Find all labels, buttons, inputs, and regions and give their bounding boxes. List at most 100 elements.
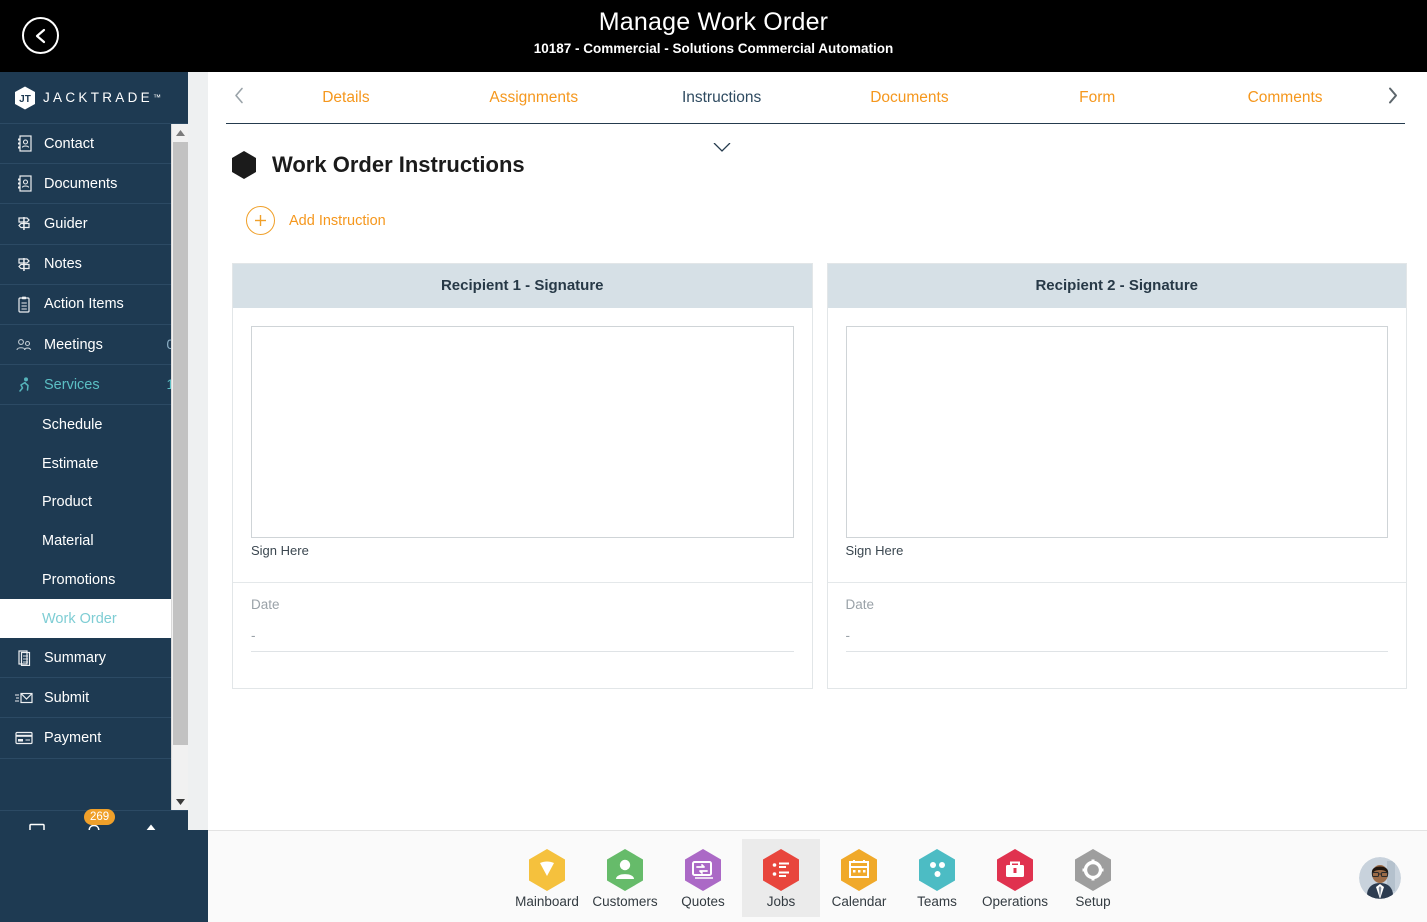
app-window: Manage Work Order 10187 - Commercial - S…	[0, 0, 1427, 922]
bottom-nav-quotes[interactable]: Quotes	[664, 839, 742, 917]
sidebar-item-payment[interactable]: Payment	[0, 718, 188, 759]
bottom-nav-label: Calendar	[831, 894, 887, 909]
bottom-nav-calendar[interactable]: Calendar	[820, 839, 898, 917]
card-header: Recipient 2 - Signature	[827, 264, 1406, 308]
setup-hex-icon	[1072, 847, 1114, 893]
page-subtitle: 10187 - Commercial - Solutions Commercia…	[533, 41, 894, 56]
bottom-nav-bar: Mainboard Customers Quotes Jobs Calendar…	[208, 830, 1427, 922]
operations-hex-icon	[994, 847, 1036, 893]
scrollbar-thumb[interactable]	[173, 142, 188, 745]
bottom-nav-label: Mainboard	[515, 894, 579, 909]
sidebar-scrollbar[interactable]	[171, 124, 188, 810]
add-instruction-label: Add Instruction	[289, 212, 386, 229]
tab-documents[interactable]: Documents	[815, 72, 1003, 124]
summary-book-icon	[14, 649, 34, 667]
chevron-right-icon	[1387, 87, 1398, 109]
signature-canvas[interactable]	[845, 326, 1388, 538]
tab-label: Assignments	[489, 88, 579, 106]
sidebar-subitem-label: Promotions	[42, 571, 116, 588]
sidebar-subitem-promotions[interactable]: Promotions	[0, 561, 188, 600]
card-header: Recipient 1 - Signature	[233, 264, 812, 308]
brand-logo[interactable]: JT JACKTRADE ™	[0, 72, 188, 124]
date-value[interactable]: -	[251, 628, 794, 652]
card-body: Sign Here	[828, 308, 1407, 558]
top-header-bar: Manage Work Order 10187 - Commercial - S…	[0, 0, 1427, 72]
main-content: Details Assignments Instructions Documen…	[188, 72, 1427, 922]
services-runner-icon	[14, 376, 34, 394]
tabs-next-button[interactable]	[1379, 72, 1405, 124]
chevron-left-icon	[234, 87, 245, 109]
bottom-nav-jobs[interactable]: Jobs	[742, 839, 820, 917]
bottom-nav-items: Mainboard Customers Quotes Jobs Calendar…	[508, 831, 1132, 922]
sign-here-label: Sign Here	[251, 543, 309, 558]
sidebar-bottom-fill	[0, 830, 208, 922]
tab-comments[interactable]: Comments	[1191, 72, 1379, 124]
sidebar-item-label: Services	[44, 376, 100, 393]
scroll-up-arrow-icon[interactable]	[172, 124, 188, 141]
tab-label: Comments	[1247, 88, 1323, 106]
sidebar-item-contact[interactable]: Contact	[0, 124, 188, 165]
sidebar-item-submit[interactable]: Submit	[0, 678, 188, 719]
bottom-nav-label: Teams	[917, 894, 957, 909]
brand-trademark: ™	[152, 93, 161, 102]
bottom-nav-teams[interactable]: Teams	[898, 839, 976, 917]
tab-label: Documents	[870, 88, 949, 106]
tabs-prev-button[interactable]	[226, 72, 252, 124]
bottom-nav-setup[interactable]: Setup	[1054, 839, 1132, 917]
date-field: Date -	[828, 583, 1407, 688]
date-field: Date -	[233, 583, 812, 688]
sidebar-subitem-schedule[interactable]: Schedule	[0, 405, 188, 444]
jacktrade-hex-logo: JT	[14, 86, 36, 110]
bottom-nav-mainboard[interactable]: Mainboard	[508, 839, 586, 917]
signature-cards: Recipient 1 - Signature Sign Here Date -…	[232, 263, 1407, 689]
sidebar-item-label: Meetings	[44, 336, 103, 353]
tab-bar: Details Assignments Instructions Documen…	[226, 72, 1405, 152]
sidebar-item-notes[interactable]: Notes	[0, 245, 188, 285]
sidebar-item-summary[interactable]: Summary	[0, 638, 188, 679]
sidebar-subitem-product[interactable]: Product	[0, 483, 188, 522]
user-avatar-photo[interactable]	[1359, 857, 1401, 899]
bottom-nav-operations[interactable]: Operations	[976, 839, 1054, 917]
sidebar-item-documents[interactable]: Documents	[0, 164, 188, 205]
tab-details[interactable]: Details	[252, 72, 440, 124]
sidebar-subitem-work-order[interactable]: Work Order	[0, 599, 188, 639]
sidebar-subitem-label: Schedule	[42, 416, 103, 433]
recipient-2-signature-card: Recipient 2 - Signature Sign Here Date -	[826, 263, 1407, 689]
sidebar-item-meetings[interactable]: Meetings 0	[0, 325, 188, 366]
tab-assignments[interactable]: Assignments	[440, 72, 628, 124]
sidebar-item-label: Notes	[44, 256, 82, 273]
sidebar-subitem-estimate[interactable]: Estimate	[0, 444, 188, 483]
sidebar-item-action-items[interactable]: Action Items	[0, 285, 188, 325]
meetings-icon	[14, 336, 34, 354]
sidebar-item-services[interactable]: Services 1	[0, 365, 188, 406]
add-instruction-button[interactable]: Add Instruction	[246, 206, 1427, 235]
recipient-1-signature-card: Recipient 1 - Signature Sign Here Date -	[232, 263, 813, 689]
brand-name: JACKTRADE	[43, 90, 153, 105]
submit-envelope-icon	[14, 689, 34, 707]
sidebar-item-label: Action Items	[44, 296, 124, 313]
sidebar-item-guider[interactable]: Guider	[0, 204, 188, 245]
tab-label: Form	[1079, 88, 1116, 106]
sidebar-subitem-material[interactable]: Material	[0, 522, 188, 561]
page-title: Work Order Instructions	[272, 152, 525, 177]
svg-text:JT: JT	[19, 94, 31, 105]
tab-label: Instructions	[681, 88, 762, 106]
date-label: Date	[845, 597, 875, 612]
tab-form[interactable]: Form	[1003, 72, 1191, 124]
signature-canvas[interactable]	[251, 326, 794, 538]
date-value[interactable]: -	[845, 628, 1388, 652]
sign-here-label: Sign Here	[845, 543, 904, 558]
teams-hex-icon	[916, 847, 958, 893]
sidebar-item-label: Summary	[44, 649, 107, 666]
left-sidebar: JT JACKTRADE ™ Contact Documents Guider …	[0, 72, 188, 922]
header-titles: Manage Work Order 10187 - Commercial - S…	[0, 0, 1427, 59]
scroll-down-arrow-icon[interactable]	[172, 793, 188, 810]
bottom-nav-label: Quotes	[681, 894, 725, 909]
bottom-nav-customers[interactable]: Customers	[586, 839, 664, 917]
calendar-hex-icon	[838, 847, 880, 893]
tab-instructions[interactable]: Instructions	[628, 72, 816, 152]
sidebar-subitem-label: Product	[42, 494, 92, 511]
sidebar-item-label: Documents	[44, 175, 118, 192]
contact-book-icon	[14, 135, 34, 153]
sidebar-scroll-area: Contact Documents Guider Notes Action It…	[0, 124, 188, 810]
